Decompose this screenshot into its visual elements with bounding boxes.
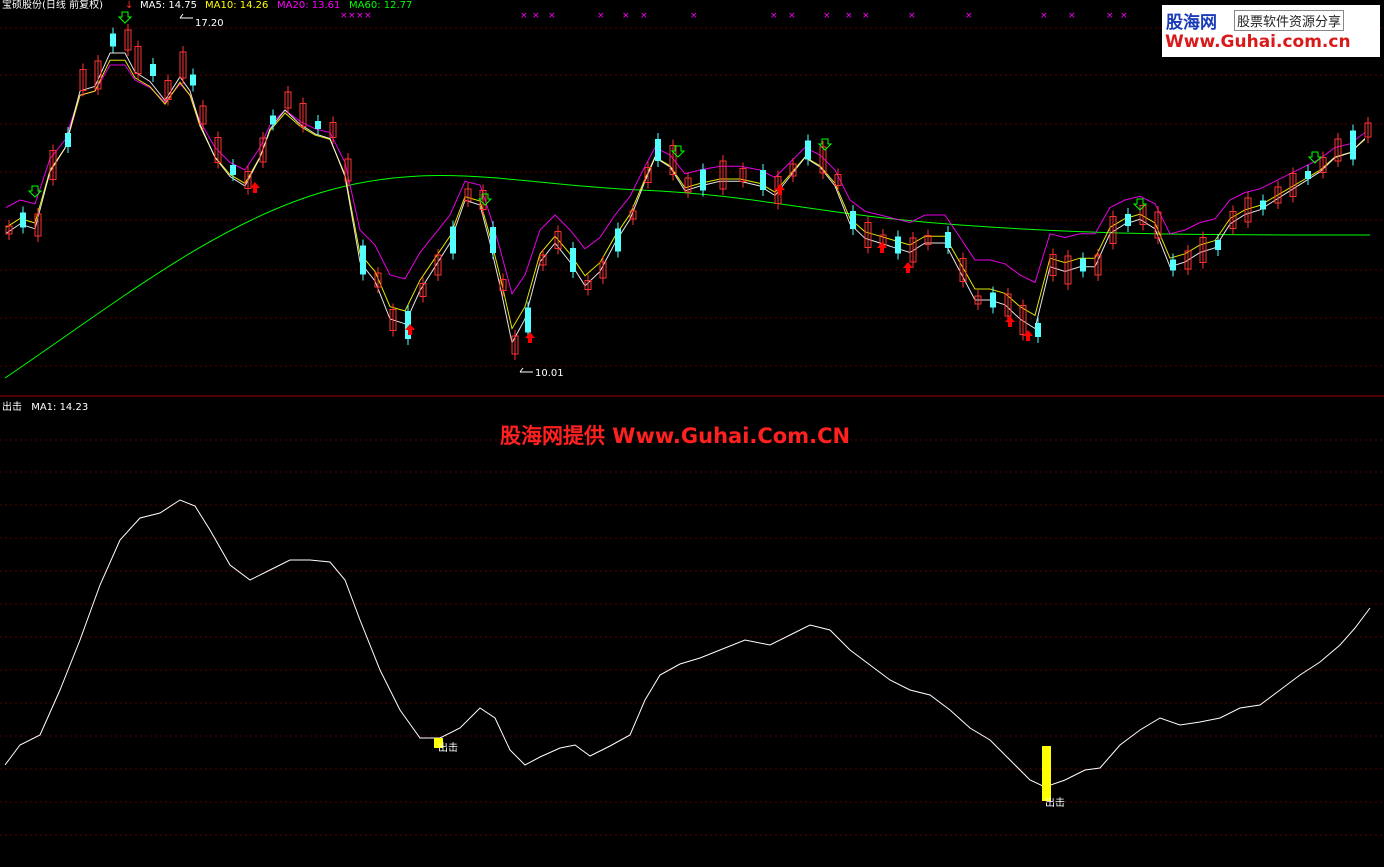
x-marker: × (348, 11, 356, 21)
sell-arrow-icon (27, 185, 43, 198)
x-marker: × (965, 11, 973, 21)
x-marker: × (1040, 11, 1048, 21)
indicator-name: 出击 (2, 402, 22, 413)
x-marker: × (622, 11, 630, 21)
ma60-legend: MA60: 12.77 (349, 0, 413, 11)
candle-body (1035, 323, 1041, 337)
candle-body (700, 169, 706, 191)
sell-arrow-icon (670, 145, 686, 158)
x-marker: × (788, 11, 796, 21)
sell-arrow-icon (117, 11, 133, 24)
ma10-path (5, 59, 1366, 330)
x-marker: × (690, 11, 698, 21)
ma5-line (5, 52, 1366, 345)
x-marker: × (548, 11, 556, 21)
candle-body (760, 170, 766, 190)
stock-title: 宝硕股份(日线 前复权) (2, 0, 103, 11)
low-annotation: 10.01 (519, 367, 564, 379)
candle-body (525, 307, 531, 333)
candle-body (895, 236, 901, 254)
x-marker: × (356, 11, 364, 21)
buy-arrow-icon (525, 332, 535, 343)
candle-body (1260, 200, 1266, 210)
x-marker: × (520, 11, 528, 21)
candle-body (945, 232, 951, 248)
guhai-logo: 股海网 股票软件资源分享 Www.Guhai.com.cn (1162, 5, 1380, 57)
x-marker: × (823, 11, 831, 21)
center-watermark: 股海网提供 Www.Guhai.Com.CN (500, 424, 851, 448)
buy-arrow-icon (903, 262, 913, 273)
x-marker: × (597, 11, 605, 21)
ma60-line (4, 175, 1371, 379)
up-arrow-icon: ↓ (125, 0, 134, 11)
logo-slogan: 股票软件资源分享 (1234, 10, 1345, 31)
candle-body (615, 228, 621, 252)
candle-body (1170, 259, 1176, 271)
candle-body (270, 115, 276, 125)
candle-body (1350, 130, 1356, 160)
ma10-legend: MA10: 14.26 (205, 0, 269, 11)
ma60-path (4, 175, 1371, 379)
candle-body (655, 139, 661, 161)
candle-body (805, 140, 811, 160)
candle-body (850, 211, 856, 229)
ma5-path (5, 52, 1366, 345)
x-marker: × (862, 11, 870, 21)
candle-body (1125, 214, 1131, 226)
x-marker: × (1106, 11, 1114, 21)
candle-body (1215, 240, 1221, 250)
x-marker: × (340, 11, 348, 21)
x-marker: × (364, 11, 372, 21)
candle-body (65, 133, 71, 147)
signal-bar (1042, 746, 1051, 801)
candle-body (230, 165, 236, 175)
candle-body (570, 248, 576, 272)
candle-body (20, 212, 26, 228)
x-marker: × (1068, 11, 1076, 21)
x-marker: × (908, 11, 916, 21)
ma10-line (5, 59, 1366, 330)
x-marker: × (640, 11, 648, 21)
signal-label-1: 出击 (438, 741, 458, 754)
candle-body (360, 245, 366, 275)
x-marker: × (770, 11, 778, 21)
low-price-label: 10.01 (535, 368, 564, 379)
high-price-label: 17.20 (195, 18, 224, 29)
sell-arrow-icon (817, 138, 833, 151)
candle-body (490, 227, 496, 253)
candle-body (450, 226, 456, 254)
logo-brand: 股海网 (1166, 13, 1217, 33)
signal-arrows (27, 11, 1323, 343)
candle-body (315, 121, 321, 129)
logo-url: Www.Guhai.com.cn (1165, 32, 1351, 52)
candle-body (1080, 258, 1086, 272)
candle-body (110, 33, 116, 47)
indicator-path (4, 499, 1371, 788)
indicator-title: 出击 MA1: 14.23 (2, 398, 88, 413)
candle-body (1305, 171, 1311, 179)
x-marker: × (845, 11, 853, 21)
candlesticks[interactable] (5, 24, 1372, 360)
candle-body (190, 74, 196, 86)
x-marker: × (532, 11, 540, 21)
x-markers: × × × × × × × × × × × × × × × × × × × × × × (340, 11, 1128, 21)
candle-body (150, 64, 156, 76)
candle-body (990, 292, 996, 308)
buy-arrow-icon (1023, 330, 1033, 341)
high-annotation: 17.20 (179, 13, 224, 29)
indicator-line (4, 499, 1371, 788)
ma5-legend: MA5: 14.75 (140, 0, 198, 11)
signal-label-2: 出击 (1045, 796, 1065, 809)
ma20-legend: MA20: 13.61 (277, 0, 341, 11)
x-marker: × (1120, 11, 1128, 21)
indicator-ma-label: MA1: 14.23 (31, 402, 89, 413)
